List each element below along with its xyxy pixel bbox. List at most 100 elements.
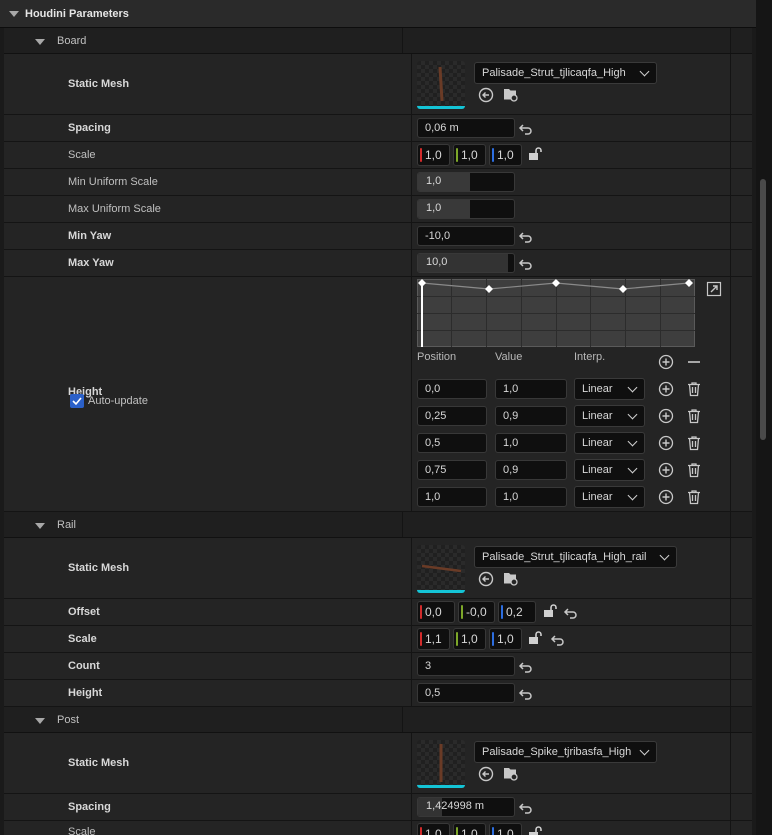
trash-icon[interactable] — [686, 408, 702, 424]
panel-header[interactable]: Houdini Parameters — [0, 0, 756, 28]
chevron-down-icon — [659, 550, 670, 561]
point-value-input[interactable]: 0,9 — [495, 406, 567, 426]
ramp-curve-editor[interactable] — [417, 279, 695, 347]
reset-to-default-icon[interactable] — [517, 229, 533, 245]
unlock-icon[interactable] — [542, 603, 558, 619]
reset-to-default-icon[interactable] — [517, 256, 533, 272]
expand-arrow-icon[interactable] — [35, 523, 45, 529]
mesh-thumbnail[interactable] — [417, 545, 465, 593]
interp-dropdown[interactable]: Linear — [574, 378, 645, 400]
remove-point-icon[interactable] — [686, 354, 702, 370]
offset-z-input[interactable]: 0,2 — [498, 601, 536, 623]
trash-icon[interactable] — [686, 381, 702, 397]
trash-icon[interactable] — [686, 462, 702, 478]
property-label: Min Uniform Scale — [68, 176, 158, 188]
section-board[interactable]: Board — [4, 28, 752, 54]
height-input[interactable]: 0,5 — [417, 683, 515, 703]
reset-to-default-icon[interactable] — [517, 800, 533, 816]
chevron-down-icon — [627, 463, 638, 474]
point-position-input[interactable]: 1,0 — [417, 487, 487, 507]
spacing-input[interactable]: 1,424998 m — [417, 797, 515, 817]
expand-curve-icon[interactable] — [706, 281, 722, 297]
scale-z-input[interactable]: 1,0 — [489, 144, 522, 166]
asset-picker-dropdown[interactable]: Palisade_Spike_tjribasfa_High — [474, 741, 657, 763]
max-yaw-slider[interactable]: 10,0 — [417, 253, 515, 273]
reset-to-default-icon[interactable] — [562, 605, 578, 621]
scale-z-input[interactable]: 1,0 — [489, 823, 522, 835]
point-position-input[interactable]: 0,5 — [417, 433, 487, 453]
scale-y-input[interactable]: 1,0 — [453, 628, 486, 650]
unlock-icon[interactable] — [527, 825, 543, 835]
scale-x-input[interactable]: 1,0 — [417, 823, 450, 835]
interp-dropdown[interactable]: Linear — [574, 405, 645, 427]
browse-asset-icon[interactable] — [503, 87, 519, 103]
property-label: Scale — [68, 826, 96, 835]
scale-x-input[interactable]: 1,0 — [417, 144, 450, 166]
section-post[interactable]: Post — [4, 707, 752, 733]
offset-x-input[interactable]: 0,0 — [417, 601, 455, 623]
point-value-input[interactable]: 1,0 — [495, 487, 567, 507]
add-point-icon[interactable] — [658, 354, 674, 370]
reset-to-default-icon[interactable] — [517, 121, 533, 137]
use-selected-icon[interactable] — [478, 87, 494, 103]
trash-icon[interactable] — [686, 489, 702, 505]
point-value-input[interactable]: 1,0 — [495, 433, 567, 453]
count-input[interactable]: 3 — [417, 656, 515, 676]
interp-value: Linear — [582, 437, 613, 449]
interp-dropdown[interactable]: Linear — [574, 432, 645, 454]
interp-dropdown[interactable]: Linear — [574, 459, 645, 481]
column-header-interp: Interp. — [574, 351, 606, 363]
property-label: Static Mesh — [68, 757, 130, 769]
insert-point-icon[interactable] — [658, 381, 674, 397]
asset-picker-dropdown[interactable]: Palisade_Strut_tjlicaqfa_High_rail — [474, 546, 677, 568]
interp-value: Linear — [582, 383, 613, 395]
max-uniform-scale-slider[interactable]: 1,0 — [417, 199, 515, 219]
point-value-input[interactable]: 1,0 — [495, 379, 567, 399]
expand-arrow-icon[interactable] — [35, 718, 45, 724]
insert-point-icon[interactable] — [658, 462, 674, 478]
use-selected-icon[interactable] — [478, 766, 494, 782]
collapse-arrow-icon[interactable] — [9, 10, 19, 17]
insert-point-icon[interactable] — [658, 489, 674, 505]
spacing-input[interactable]: 0,06 m — [417, 118, 515, 138]
reset-to-default-icon[interactable] — [517, 659, 533, 675]
unlock-icon[interactable] — [527, 630, 543, 646]
row-board-static-mesh: Static Mesh Palisade_Strut_tjlicaqfa_Hig… — [4, 54, 752, 115]
insert-point-icon[interactable] — [658, 435, 674, 451]
auto-update-checkbox[interactable] — [70, 394, 84, 408]
point-position-input[interactable]: 0,75 — [417, 460, 487, 480]
mesh-thumbnail[interactable] — [417, 740, 465, 788]
point-value-input[interactable]: 0,9 — [495, 460, 567, 480]
expand-arrow-icon[interactable] — [35, 39, 45, 45]
section-label: Post — [57, 714, 80, 726]
scrollbar-thumb[interactable] — [760, 179, 766, 440]
point-position-input[interactable]: 0,0 — [417, 379, 487, 399]
interp-value: Linear — [582, 464, 613, 476]
section-rail[interactable]: Rail — [4, 512, 752, 538]
checkmark-icon — [72, 397, 82, 406]
min-yaw-input[interactable]: -10,0 — [417, 226, 515, 246]
asset-picker-dropdown[interactable]: Palisade_Strut_tjlicaqfa_High — [474, 62, 657, 84]
unlock-icon[interactable] — [527, 146, 543, 162]
mesh-thumbnail[interactable] — [417, 61, 465, 109]
reset-to-default-icon[interactable] — [517, 686, 533, 702]
vertical-scrollbar[interactable] — [757, 0, 772, 835]
insert-point-icon[interactable] — [658, 408, 674, 424]
scale-y-input[interactable]: 1,0 — [453, 144, 486, 166]
point-position-input[interactable]: 0,25 — [417, 406, 487, 426]
interp-dropdown[interactable]: Linear — [574, 486, 645, 508]
row-rail-count: Count 3 — [4, 653, 752, 680]
property-label: Offset — [68, 606, 100, 618]
scale-x-input[interactable]: 1,1 — [417, 628, 450, 650]
column-header-position: Position — [417, 351, 457, 363]
scale-z-input[interactable]: 1,0 — [489, 628, 522, 650]
trash-icon[interactable] — [686, 435, 702, 451]
offset-y-input[interactable]: -0,0 — [458, 601, 495, 623]
chevron-down-icon — [639, 745, 650, 756]
scale-y-input[interactable]: 1,0 — [453, 823, 486, 835]
reset-to-default-icon[interactable] — [549, 632, 565, 648]
browse-asset-icon[interactable] — [503, 571, 519, 587]
min-uniform-scale-slider[interactable]: 1,0 — [417, 172, 515, 192]
browse-asset-icon[interactable] — [503, 766, 519, 782]
use-selected-icon[interactable] — [478, 571, 494, 587]
